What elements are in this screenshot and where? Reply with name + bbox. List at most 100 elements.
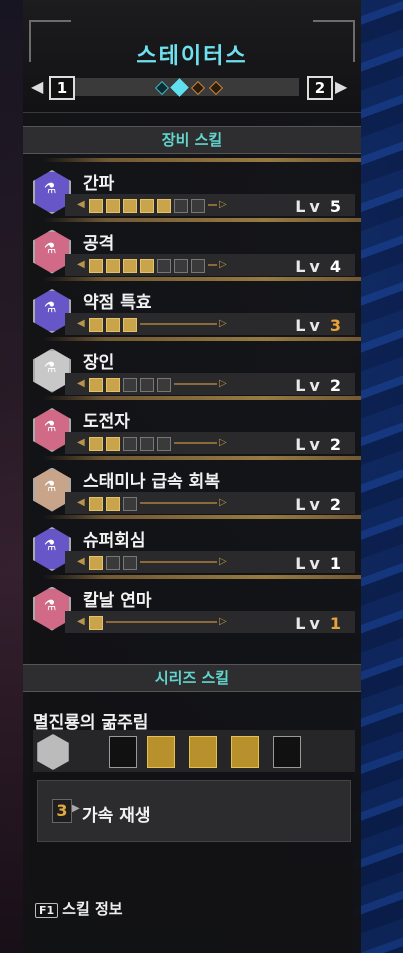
f1-key-icon: F1 [35, 903, 59, 918]
skill-row[interactable]: ⚗ 약점 특효 ◀ ▷ Lv 3 [23, 277, 361, 339]
skill-name: 칼날 연마 [83, 590, 152, 611]
level-pip-filled [106, 437, 120, 451]
page-dot-icon [190, 80, 206, 96]
skill-row[interactable]: ⚗ 슈퍼회심 ◀ ▷ Lv 1 [23, 515, 361, 577]
level-pip-empty [123, 556, 137, 570]
bar-track [106, 620, 217, 623]
bar-cap-left-icon: ◀ [77, 258, 85, 270]
skill-header: 스태미나 급속 회복 [65, 464, 355, 492]
status-panel: 스테이터스 ◀ 1 2 ▶ 장비 스킬 ⚗ 간파 ◀ ▷ Lv 5 ⚗ 공격 ◀ ▷ Lv 4 ⚗ 약점 … [23, 0, 361, 953]
series-bonus: 3 ▶ 가속 재생 [37, 780, 351, 842]
level-value: 2 [329, 375, 345, 395]
page-dot-active-icon [170, 78, 189, 97]
bar-cap-right-icon: ▷ [219, 437, 227, 448]
skill-name: 장인 [83, 352, 115, 373]
skill-header: 슈퍼회심 [65, 523, 355, 551]
row-divider [43, 396, 361, 400]
level-value: 4 [329, 256, 345, 276]
skill-row[interactable]: ⚗ 칼날 연마 ◀ ▷ Lv 1 [23, 574, 361, 637]
bar-cap-left-icon: ◀ [77, 318, 85, 329]
skill-level: Lv 1 [295, 614, 345, 633]
level-pip-empty [123, 496, 137, 511]
level-pip-filled [123, 318, 137, 332]
skill-row[interactable]: ⚗ 간파 ◀ ▷ Lv 5 [23, 158, 361, 220]
bar-cap-left-icon: ◀ [77, 437, 85, 448]
skill-info-label: 스킬 정보 [62, 900, 123, 918]
level-value: 1 [329, 613, 345, 633]
skill-symbol-icon: ⚗ [43, 300, 57, 316]
skill-header: 도전자 [65, 404, 355, 432]
skill-info-hint[interactable]: F1 스킬 정보 [35, 898, 123, 919]
bar-track [174, 382, 217, 385]
skill-level: Lv 2 [295, 435, 345, 454]
level-pip-filled [106, 377, 120, 392]
bonus-count-badge: 3 [52, 799, 72, 823]
bar-track [174, 442, 217, 444]
level-value: 2 [329, 494, 345, 514]
skill-level: Lv 3 [295, 316, 345, 335]
bar-cap-right-icon: ▷ [219, 318, 227, 329]
skill-row[interactable]: ⚗ 장인 ◀ ▷ Lv 2 [23, 336, 361, 399]
skill-header: 공격 [65, 226, 355, 254]
level-pip-empty [140, 437, 154, 451]
page-navigator: ◀ 1 2 ▶ [23, 76, 361, 100]
bar-cap-right-icon: ▷ [219, 199, 227, 210]
page-title: 스테이터스 [136, 44, 248, 69]
level-label: Lv [295, 256, 324, 276]
skill-header: 장인 [65, 345, 355, 373]
level-pip-empty [174, 199, 188, 213]
series-piece-icon [109, 736, 137, 768]
bar-cap-right-icon: ▷ [219, 496, 227, 508]
level-pip-empty [123, 377, 137, 392]
header: 스테이터스 ◀ 1 2 ▶ [23, 0, 361, 113]
level-pip-filled [140, 199, 154, 213]
skill-name: 공격 [83, 233, 115, 254]
skill-symbol-icon: ⚗ [43, 359, 57, 376]
skill-symbol-icon: ⚗ [43, 240, 57, 257]
level-pip-filled [89, 377, 103, 392]
bar-cap-left-icon: ◀ [77, 377, 85, 389]
row-divider [43, 217, 361, 222]
bar-cap-right-icon: ▷ [219, 615, 227, 627]
level-pip-empty [140, 377, 154, 392]
skill-header: 약점 특효 [65, 285, 355, 313]
level-pip-empty [123, 437, 137, 451]
row-divider [43, 574, 361, 579]
level-label: Lv [295, 375, 324, 395]
skill-symbol-icon: ⚗ [43, 478, 57, 495]
series-piece-icon [273, 736, 301, 768]
series-emblem-icon [37, 734, 69, 770]
skill-level: Lv 4 [295, 257, 345, 276]
arrow-right-icon[interactable]: ▶ [335, 76, 347, 98]
page-dot-icon [208, 80, 224, 96]
level-pip-empty [157, 377, 171, 392]
bar-cap-left-icon: ◀ [77, 615, 85, 627]
skill-level: Lv 1 [295, 554, 345, 573]
level-value: 2 [329, 435, 345, 454]
bar-cap-right-icon: ▷ [219, 377, 227, 389]
skill-name: 스태미나 급속 회복 [83, 471, 220, 492]
skill-level: Lv 2 [295, 376, 345, 395]
skill-row[interactable]: ⚗ 공격 ◀ ▷ Lv 4 [23, 217, 361, 280]
skill-name: 간파 [83, 174, 115, 194]
level-label: Lv [295, 613, 324, 633]
series-piece-icon [231, 736, 259, 768]
bar-track [140, 561, 217, 563]
level-pip-filled [106, 199, 120, 213]
page-left-button[interactable]: 1 [49, 76, 75, 100]
skill-name: 슈퍼회심 [83, 531, 146, 551]
skill-symbol-icon: ⚗ [43, 538, 57, 554]
skill-row[interactable]: ⚗ 스태미나 급속 회복 ◀ ▷ Lv 2 [23, 455, 361, 518]
level-pip-filled [89, 318, 103, 332]
level-pip-filled [89, 199, 103, 213]
series-piece-icon [147, 736, 175, 768]
page-indicator [75, 78, 299, 97]
arrow-left-icon[interactable]: ◀ [31, 76, 43, 98]
skill-row[interactable]: ⚗ 도전자 ◀ ▷ Lv 2 [23, 396, 361, 458]
equipment-skills-heading: 장비 스킬 [23, 126, 361, 154]
skill-header: 간파 [65, 166, 355, 194]
skill-symbol-icon: ⚗ [43, 597, 57, 614]
level-pip-filled [106, 258, 120, 273]
page-right-button[interactable]: 2 [307, 76, 333, 100]
bar-cap-left-icon: ◀ [77, 556, 85, 567]
